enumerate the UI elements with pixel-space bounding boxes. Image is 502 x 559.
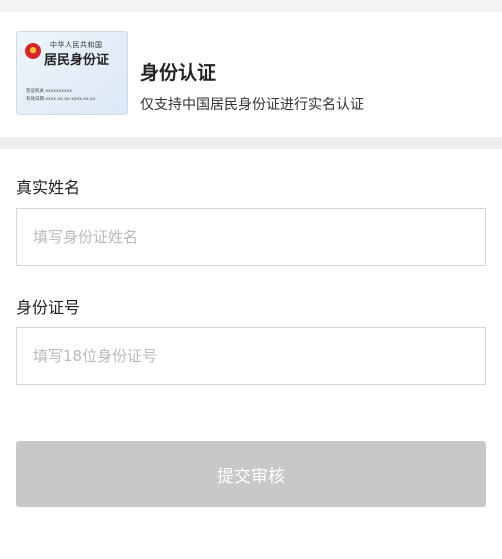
page-title: 身份认证: [140, 62, 217, 84]
page: 中华人民共和国 居民身份证 签证机关 xxxxxxxxxx 有效日期 xxxx.…: [0, 0, 502, 559]
id-card-validity: 有效日期 xxxx.xx.xx-xxxx.xx.xx: [26, 97, 96, 102]
national-emblem-icon: [25, 43, 41, 59]
real-name-label: 真实姓名: [16, 178, 81, 197]
id-number-input[interactable]: [16, 327, 486, 385]
real-name-input[interactable]: [16, 208, 486, 266]
auth-info-card: 中华人民共和国 居民身份证 签证机关 xxxxxxxxxx 有效日期 xxxx.…: [0, 12, 502, 149]
id-card-authority: 签证机关 xxxxxxxxxx: [26, 89, 73, 94]
top-spacer: [0, 0, 502, 12]
submit-review-button[interactable]: 提交审核: [16, 441, 486, 507]
page-subtitle: 仅支持中国居民身份证进行实名认证: [140, 97, 364, 113]
id-card-title: 居民身份证: [44, 53, 110, 68]
id-number-label: 身份证号: [16, 298, 81, 317]
id-card-image: 中华人民共和国 居民身份证 签证机关 xxxxxxxxxx 有效日期 xxxx.…: [16, 31, 128, 115]
